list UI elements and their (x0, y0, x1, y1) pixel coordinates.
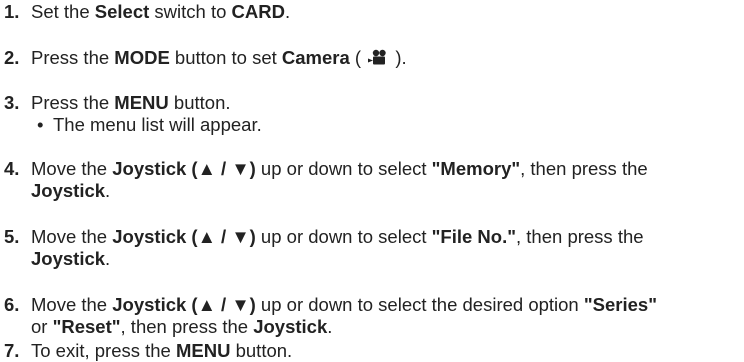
step-number: 1. (4, 1, 20, 22)
text-run: button. (168, 92, 231, 113)
text-run: up or down to select (255, 226, 432, 247)
text-run: Press the (31, 92, 115, 113)
text-run: up or down to select the desired option (255, 294, 584, 315)
step-1: 1. Set the Select switch to CARD. (4, 1, 740, 23)
menu-button-label: MENU (114, 92, 169, 113)
text-run: Move the (31, 158, 113, 179)
text-run: ). (390, 47, 407, 68)
step-text: Set the Select switch to CARD. (31, 1, 740, 23)
text-run: Move the (31, 294, 113, 315)
text-run: To exit, press the (31, 340, 176, 361)
file-no-option-label: "File No." (431, 226, 517, 247)
text-run: or (31, 316, 53, 337)
joystick-label: Joystick (253, 316, 328, 337)
step-text: Move the Joystick (▲ / ▼) up or down to … (31, 158, 740, 202)
step-number: 2. (4, 47, 20, 68)
step-text: Move the Joystick (▲ / ▼) up or down to … (31, 226, 740, 270)
card-label: CARD (231, 1, 285, 22)
text-run: , then press the (516, 226, 644, 247)
text-run: . (284, 1, 291, 22)
step-number: 3. (4, 92, 20, 113)
text-run: ( (349, 47, 367, 68)
reset-option-label: "Reset" (52, 316, 121, 337)
sub-bullet: • The menu list will appear. (31, 114, 740, 136)
step-number: 5. (4, 226, 20, 247)
step-number: 6. (4, 294, 20, 315)
text-run: button. (230, 340, 293, 361)
text-run: switch to (149, 1, 232, 22)
joystick-label: Joystick (▲ / ▼) (112, 294, 256, 315)
text-run: . (327, 316, 333, 337)
step-number: 4. (4, 158, 20, 179)
instruction-steps: 1. Set the Select switch to CARD. 2. Pre… (0, 0, 744, 362)
joystick-label: Joystick (31, 248, 106, 269)
step-number: 7. (4, 340, 20, 361)
sub-bullet-text: The menu list will appear. (53, 114, 262, 135)
text-run: up or down to select (255, 158, 432, 179)
camera-mode-label: Camera (281, 47, 350, 68)
step-2: 2. Press the MODE button to set Camera (… (4, 47, 740, 71)
joystick-label: Joystick (▲ / ▼) (112, 226, 256, 247)
text-run: , then press the (120, 316, 254, 337)
step-3: 3. Press the MENU button. • The menu list… (4, 92, 740, 136)
bullet-icon: • (37, 114, 44, 135)
text-run: . (105, 248, 111, 269)
select-switch-label: Select (94, 1, 150, 22)
step-text: Move the Joystick (▲ / ▼) up or down to … (31, 294, 740, 338)
joystick-label: Joystick (▲ / ▼) (112, 158, 256, 179)
text-run: , then press the (520, 158, 648, 179)
movie-camera-icon (367, 49, 389, 71)
mode-button-label: MODE (114, 47, 170, 68)
joystick-label: Joystick (31, 180, 106, 201)
step-6: 6. Move the Joystick (▲ / ▼) up or down … (4, 294, 740, 338)
step-4: 4. Move the Joystick (▲ / ▼) up or down … (4, 158, 740, 202)
text-run: . (105, 180, 111, 201)
step-5: 5. Move the Joystick (▲ / ▼) up or down … (4, 226, 740, 270)
step-7: 7. To exit, press the MENU button. (4, 340, 740, 362)
step-text: Press the MODE button to set Camera ( ). (31, 47, 740, 71)
step-text: To exit, press the MENU button. (31, 340, 740, 362)
series-option-label: "Series" (583, 294, 657, 315)
menu-button-label: MENU (175, 340, 231, 361)
text-run: Move the (31, 226, 113, 247)
text-run: Press the (31, 47, 115, 68)
text-run: Set the (31, 1, 95, 22)
text-run: button to set (169, 47, 282, 68)
step-text: Press the MENU button. • The menu list wi… (31, 92, 740, 136)
memory-option-label: "Memory" (431, 158, 521, 179)
